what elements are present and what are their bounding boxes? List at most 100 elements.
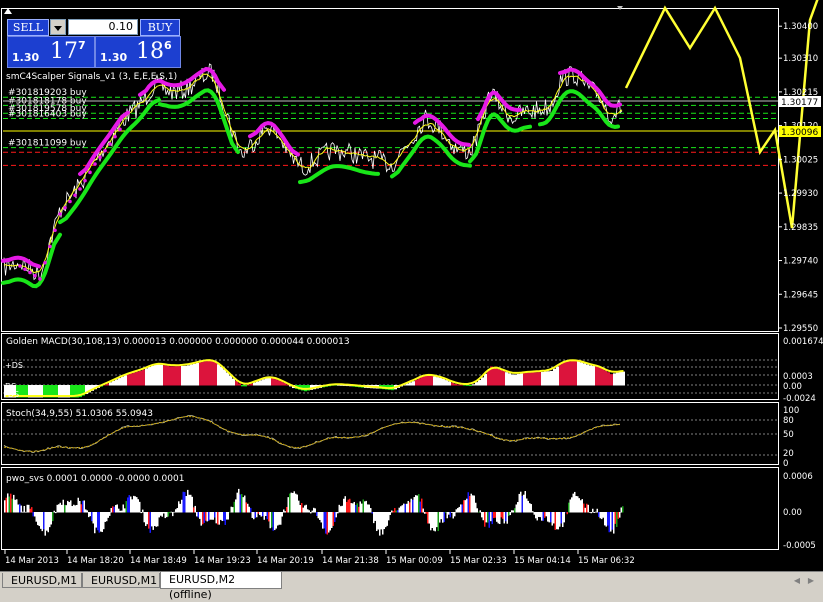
pwo-bar [329,512,331,531]
buy-button[interactable]: BUY [140,19,180,36]
signal-dot [93,162,97,166]
macd-bar [595,366,598,386]
macd-bar [622,371,625,386]
pwo-bar [497,512,499,524]
signal-dot [48,244,52,249]
pwo-bar [254,512,256,518]
pwo-bar [188,494,190,513]
sell-button[interactable]: SELL [7,19,49,36]
pwo-bar [100,512,102,532]
pwo-bar [14,499,16,513]
pwo-bar [154,512,156,527]
pwo-bar [83,500,85,513]
macd-bar [523,373,526,386]
pwo-bar [178,501,180,513]
pwo-bar [167,512,169,517]
pwo-bar [346,501,348,513]
pwo-bar [52,512,54,522]
macd-bar [220,366,223,386]
macd-bar [604,370,607,386]
pwo-bar [71,506,73,513]
macd-bar [514,374,517,386]
macd-bar [616,372,619,386]
pwo-bar [146,512,148,525]
buy-price-prefix: 1.30 [100,51,128,64]
pwo-bar [289,493,291,513]
sell-price-box[interactable]: 1.30 17 7 [7,36,95,68]
pwo-bar [176,508,178,513]
pwo-bar [301,502,303,513]
buy-price-box[interactable]: 1.30 18 6 [95,36,181,68]
pwo-bar [383,512,385,530]
stoch-tick-label: 100 [783,406,799,416]
pwo-bar [127,497,129,513]
signal-dot [38,277,42,281]
tab-eurusd-m2-offline[interactable]: EURUSD,M2 (offline) [160,572,282,601]
signal-dot [108,142,112,146]
macd-bar [619,371,622,386]
pwo-bar [326,512,328,535]
macd-bar [178,366,181,386]
lot-spinner[interactable] [50,19,66,35]
macd-bar [166,365,169,386]
pwo-bar [50,512,52,525]
pwo-bar [319,512,321,520]
tab-eurusd-m1-first[interactable]: EURUSD,M1 [2,573,82,588]
macd-bar [139,370,142,386]
lot-size-input[interactable]: 0.10 [68,19,138,35]
macd-bar [511,374,514,386]
signal-dot [83,178,87,183]
pwo-bar [413,497,415,513]
pwo-bar [520,491,522,513]
pwo-bar [517,502,519,513]
macd-bar [607,372,610,386]
pwo-bar [475,502,477,513]
pwo-bar [92,512,94,524]
macd-bar [169,366,172,386]
pwo-bar [307,509,309,513]
signal-dot [113,134,117,139]
time-tick-label: 14 Mar 20:19 [257,556,314,566]
pwo-bar [526,498,528,513]
pwo-bar [322,512,324,529]
pwo-bar [368,504,370,513]
pwo-bar [257,512,259,514]
macd-bar [592,366,595,386]
pwo-bar [608,512,610,533]
pwo-bar [253,512,255,520]
chevron-down-icon [54,26,62,31]
pwo-bar [466,498,468,513]
pwo-bar [341,505,343,513]
macd-bar [577,361,580,386]
signal-dot [23,267,27,272]
pwo-bar [284,511,286,513]
macd-bar [154,364,157,386]
chart-background [0,0,823,571]
macd-bar [529,372,532,386]
pwo-bar [448,512,450,515]
pwo-bar [353,501,355,513]
chart-canvas[interactable]: #301819203 buy#301818178 buy#301819578 b… [0,0,823,571]
macd-level-plus-ds: +DS [5,361,23,370]
pwo-bar [242,497,244,513]
pwo-bar [446,512,448,519]
pwo-bar [85,509,87,513]
pwo-bar [277,512,279,526]
pwo-bar [293,491,295,513]
stoch-label: Stoch(34,9,55) 51.0306 55.0943 [6,409,153,419]
pwo-bar [251,512,253,518]
macd-bar [448,381,451,386]
pwo-bar [340,506,342,513]
pwo-bar [149,512,151,533]
pwo-bar [112,506,114,513]
pwo-bar [457,508,459,513]
main-indicator-label: smC4Scalper Signals_v1 (3, E,E,E,S,1) [6,72,177,82]
tab-scroll-left-icon[interactable]: ◀ [792,575,802,586]
pwo-bar [595,511,597,513]
pwo-bar [392,511,394,513]
tab-scroll-right-icon[interactable]: ▶ [806,575,816,586]
signal-dot [118,127,122,132]
tab-eurusd-m1-second[interactable]: EURUSD,M1 [82,573,160,588]
pwo-bar [343,498,345,513]
time-tick-label: 14 Mar 19:23 [194,556,251,566]
